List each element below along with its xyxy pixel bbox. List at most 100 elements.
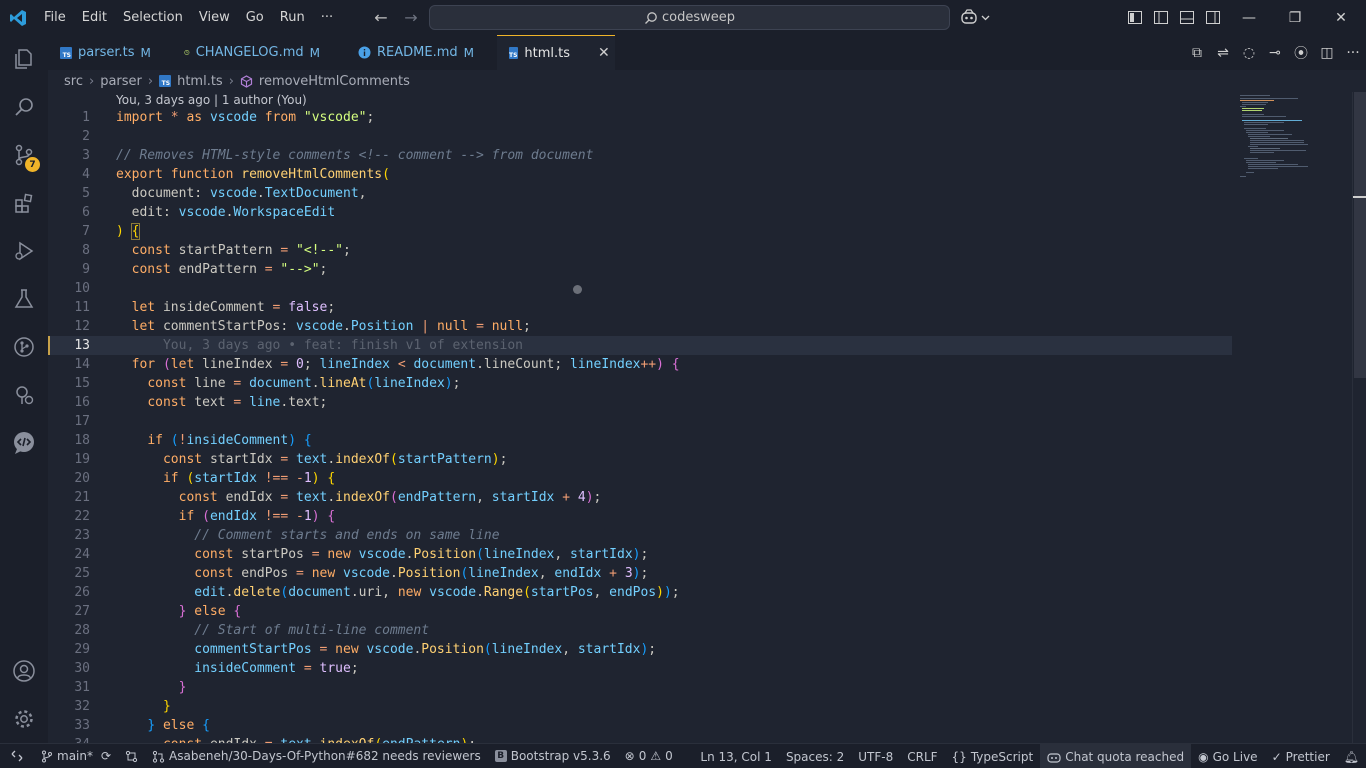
language-mode[interactable]: {} TypeScript: [945, 744, 1041, 768]
editor-actions: ⧉ ⇌ ◌ ⊸ ⦿ ◫ ···: [1184, 35, 1366, 70]
encoding[interactable]: UTF-8: [851, 744, 900, 768]
code-line: 8 const startPattern = "<!--";: [82, 243, 351, 258]
inline-blame[interactable]: You, 3 days ago • feat: finish v1 of ext…: [163, 338, 523, 353]
vertical-scrollbar[interactable]: [1352, 92, 1366, 743]
restore-icon[interactable]: ❐: [1272, 0, 1318, 35]
menu-edit[interactable]: Edit: [74, 0, 115, 35]
indentation[interactable]: Spaces: 2: [779, 744, 851, 768]
blame-codelens[interactable]: You, 3 days ago | 1 author (You): [116, 93, 307, 107]
navigation-arrows: ← →: [370, 0, 422, 35]
toggle-secondary-sidebar-icon[interactable]: [1200, 0, 1226, 35]
open-preview-icon[interactable]: ⧉: [1184, 35, 1210, 70]
gitlens-icon[interactable]: [0, 371, 48, 419]
menu-run[interactable]: Run: [272, 0, 313, 35]
run-debug-icon[interactable]: [0, 227, 48, 275]
tab-readme-md[interactable]: README.md M: [346, 35, 494, 70]
code-line: 16 const text = line.text;: [74, 395, 328, 410]
settings-gear-icon[interactable]: [0, 695, 48, 743]
gitlens-actions-icon[interactable]: ⦿: [1288, 35, 1314, 70]
branch-indicator[interactable]: main* ⟳: [34, 744, 118, 768]
tab-label: README.md: [377, 45, 458, 60]
prettier-text: Prettier: [1285, 749, 1330, 764]
breadcrumb-symbol[interactable]: removeHtmlComments: [259, 74, 410, 89]
previous-change-icon[interactable]: ◌: [1236, 35, 1262, 70]
code-line: 15 const line = document.lineAt(lineInde…: [74, 376, 461, 391]
window-controls: — ❐ ✕: [1122, 0, 1364, 35]
code-line: 14 for (let lineIndex = 0; lineIndex < d…: [74, 357, 680, 372]
tab-html-ts[interactable]: TS html.ts ✕: [497, 35, 615, 70]
copilot-chat-status[interactable]: Chat quota reached: [1040, 744, 1192, 768]
menu-selection[interactable]: Selection: [115, 0, 191, 35]
breadcrumb-folder-src[interactable]: src: [64, 74, 83, 89]
broadcast-icon: ◉: [1198, 749, 1209, 764]
go-live-button[interactable]: ◉ Go Live: [1191, 744, 1264, 768]
search-text: codesweep: [661, 10, 735, 25]
minimap[interactable]: [1232, 92, 1352, 743]
chevron-right-icon: ›: [147, 73, 154, 89]
customize-layout-icon[interactable]: [1122, 0, 1148, 35]
prettier-status[interactable]: ✓ Prettier: [1265, 744, 1337, 768]
minimize-icon[interactable]: —: [1226, 0, 1272, 35]
editor-tab-bar: TS parser.ts M CHANGELOG.md M README.md …: [48, 35, 1366, 70]
end-of-line[interactable]: CRLF: [900, 744, 944, 768]
testing-flask-icon[interactable]: [0, 275, 48, 323]
code-line: 32 }: [74, 699, 171, 714]
git-graph-icon[interactable]: [0, 323, 48, 371]
problems-indicator[interactable]: ⊗ 0 ⚠ 0: [618, 744, 680, 768]
gitlens-indicator[interactable]: [118, 744, 145, 768]
menu-go[interactable]: Go: [238, 0, 272, 35]
menu-more[interactable]: ···: [313, 0, 341, 35]
chat-code-icon[interactable]: [0, 419, 48, 467]
error-icon: ⊗: [624, 749, 635, 763]
status-bar: main* ⟳ Asabeneh/30-Days-Of-Python#682 n…: [0, 743, 1366, 768]
source-control-icon[interactable]: 7: [0, 131, 48, 179]
code-line: 25 const endPos = new vscode.Position(li…: [74, 566, 649, 581]
tab-label: CHANGELOG.md: [195, 45, 304, 60]
search-icon[interactable]: [0, 83, 48, 131]
close-window-icon[interactable]: ✕: [1318, 0, 1364, 35]
back-arrow-icon[interactable]: ←: [370, 8, 392, 27]
command-center-search[interactable]: codesweep: [429, 5, 950, 30]
pull-request-icon: [152, 750, 165, 763]
breadcrumb-folder-parser[interactable]: parser: [100, 74, 142, 89]
tab-changelog-md[interactable]: CHANGELOG.md M: [172, 35, 332, 70]
mouse-cursor-dot: [573, 285, 582, 294]
next-change-icon[interactable]: ⊸: [1262, 35, 1288, 70]
copilot-button[interactable]: [960, 7, 990, 27]
warning-icon: ⚠: [650, 749, 662, 763]
code-line: 27 } else {: [74, 604, 242, 619]
account-icon[interactable]: [0, 647, 48, 695]
code-editor[interactable]: You, 3 days ago | 1 author (You) 1 import…: [48, 92, 1352, 743]
sync-icon[interactable]: ⟳: [101, 749, 111, 763]
pr-text: Asabeneh/30-Days-Of-Python#682 needs rev…: [169, 749, 481, 763]
scroll-cursor-marker: [1353, 196, 1366, 198]
more-actions-icon[interactable]: ···: [1340, 35, 1366, 70]
menu-view[interactable]: View: [191, 0, 238, 35]
toggle-panel-icon[interactable]: [1174, 0, 1200, 35]
code-line: 5 document: vscode.TextDocument,: [82, 186, 367, 201]
search-icon: [645, 11, 657, 24]
open-changes-icon[interactable]: ⇌: [1210, 35, 1236, 70]
forward-arrow-icon[interactable]: →: [400, 8, 422, 27]
pull-request-status[interactable]: Asabeneh/30-Days-Of-Python#682 needs rev…: [145, 744, 488, 768]
toggle-primary-sidebar-icon[interactable]: [1148, 0, 1174, 35]
git-compare-icon: [125, 750, 138, 762]
close-tab-icon[interactable]: ✕: [598, 45, 610, 61]
explorer-icon[interactable]: [0, 35, 48, 83]
error-count: 0: [638, 749, 647, 763]
bootstrap-status[interactable]: B Bootstrap v5.3.6: [488, 744, 618, 768]
menu-file[interactable]: File: [36, 0, 74, 35]
typescript-icon: TS: [509, 47, 519, 59]
chevron-down-icon: [981, 15, 990, 20]
code-line: 10: [74, 281, 90, 296]
scroll-thumb[interactable]: [1354, 92, 1366, 378]
tab-parser-ts[interactable]: TS parser.ts M: [48, 35, 170, 70]
extensions-icon[interactable]: [0, 179, 48, 227]
remote-indicator[interactable]: [0, 744, 34, 768]
split-editor-icon[interactable]: ◫: [1314, 35, 1340, 70]
cursor-position[interactable]: Ln 13, Col 1: [693, 744, 779, 768]
breadcrumb-file[interactable]: html.ts: [177, 74, 223, 89]
code-line: 30 insideComment = true;: [74, 661, 359, 676]
notifications-bell-icon[interactable]: 🔔︎: [1337, 744, 1366, 768]
remote-icon: [11, 750, 23, 762]
